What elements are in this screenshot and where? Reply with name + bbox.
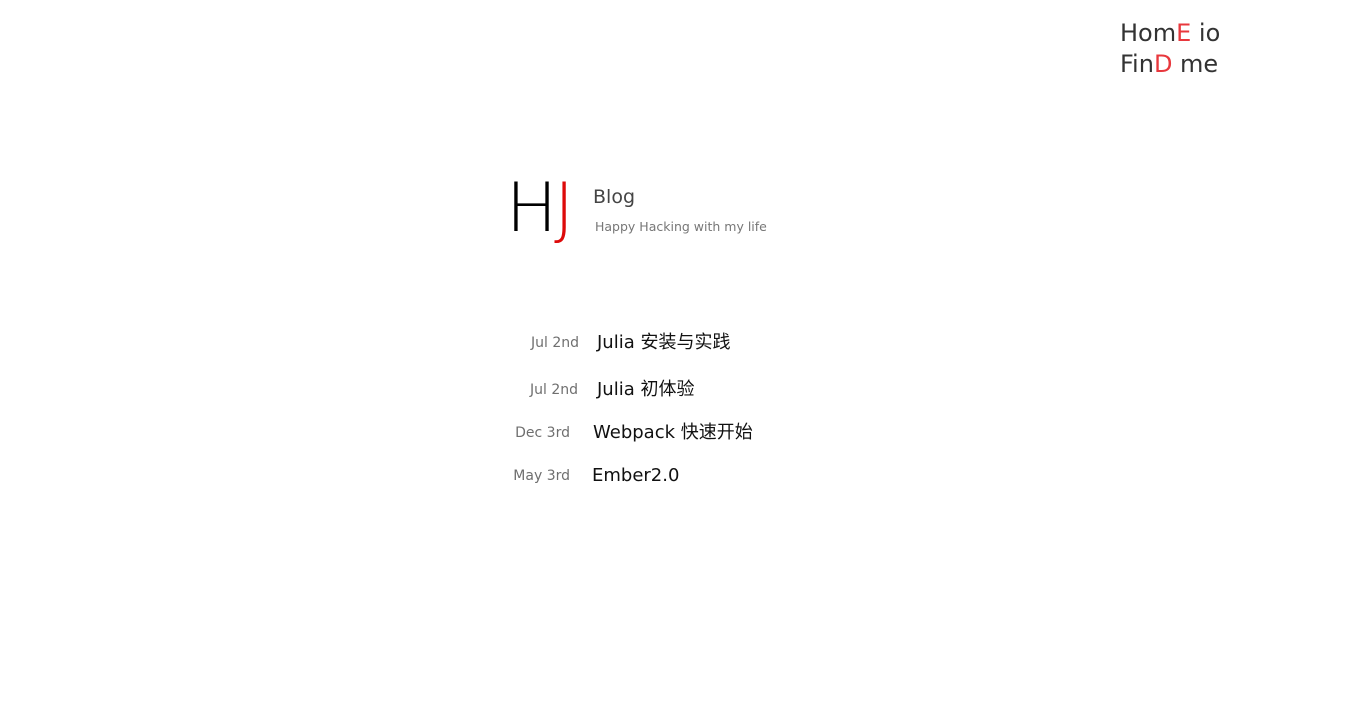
post-item: Jul 2nd Julia 安装与实践 [0, 330, 1360, 356]
nav-home-text-after: io [1191, 19, 1221, 47]
post-item: Dec 3rd Webpack 快速开始 [0, 420, 1360, 446]
post-date: Jul 2nd [529, 382, 578, 398]
brand-header: HJ Blog Happy Hacking with my life [506, 175, 806, 246]
post-item: Jul 2nd Julia 初体验 [0, 377, 1360, 403]
blog-title: Blog [593, 186, 635, 208]
top-nav: HomE io FinD me [1120, 18, 1280, 80]
nav-find-text-before: Fin [1120, 50, 1154, 78]
blog-subtitle: Happy Hacking with my life [595, 219, 767, 234]
nav-home-accent-letter: E [1176, 19, 1192, 47]
post-date: Jul 2nd [530, 335, 579, 351]
post-date: May 3rd [513, 468, 570, 484]
nav-link-find-me[interactable]: FinD me [1120, 49, 1280, 80]
page: HomE io FinD me HJ Blog Happy Hacking wi… [0, 0, 1360, 709]
nav-find-text-after: me [1172, 50, 1219, 78]
nav-link-home-io[interactable]: HomE io [1120, 18, 1280, 49]
post-item: May 3rd Ember2.0 [0, 463, 1360, 489]
nav-find-accent-letter: D [1153, 50, 1173, 78]
post-title-link[interactable]: Ember2.0 [592, 463, 679, 489]
nav-home-text-before: Hom [1120, 19, 1177, 47]
site-logo[interactable]: HJ [506, 175, 574, 243]
post-title-link[interactable]: Julia 初体验 [597, 377, 694, 403]
logo-letter-j: J [554, 169, 574, 248]
post-date: Dec 3rd [515, 425, 570, 441]
post-title-link[interactable]: Julia 安装与实践 [597, 330, 730, 356]
post-title-link[interactable]: Webpack 快速开始 [593, 420, 753, 446]
logo-letter-h: H [506, 169, 557, 248]
